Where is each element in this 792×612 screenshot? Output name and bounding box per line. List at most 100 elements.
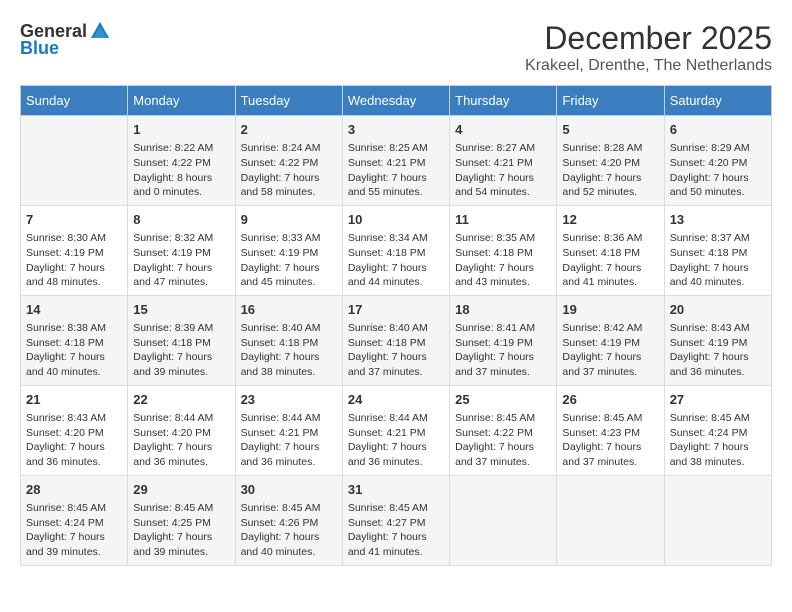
sunset-text: Sunset: 4:22 PM <box>455 426 551 441</box>
calendar-cell: 7Sunrise: 8:30 AMSunset: 4:19 PMDaylight… <box>21 205 128 295</box>
day-number: 19 <box>562 301 658 319</box>
calendar-cell: 16Sunrise: 8:40 AMSunset: 4:18 PMDayligh… <box>235 295 342 385</box>
sunset-text: Sunset: 4:21 PM <box>455 156 551 171</box>
sunrise-text: Sunrise: 8:29 AM <box>670 141 766 156</box>
daylight-text: Daylight: 7 hours and 41 minutes. <box>348 530 444 559</box>
day-number: 22 <box>133 391 229 409</box>
day-number: 28 <box>26 481 122 499</box>
sunrise-text: Sunrise: 8:41 AM <box>455 321 551 336</box>
calendar-week-row: 14Sunrise: 8:38 AMSunset: 4:18 PMDayligh… <box>21 295 772 385</box>
sunrise-text: Sunrise: 8:44 AM <box>133 411 229 426</box>
weekday-header-monday: Monday <box>128 86 235 116</box>
day-number: 5 <box>562 121 658 139</box>
calendar-cell: 12Sunrise: 8:36 AMSunset: 4:18 PMDayligh… <box>557 205 664 295</box>
calendar-week-row: 7Sunrise: 8:30 AMSunset: 4:19 PMDaylight… <box>21 205 772 295</box>
daylight-text: Daylight: 8 hours and 0 minutes. <box>133 171 229 200</box>
daylight-text: Daylight: 7 hours and 41 minutes. <box>562 261 658 290</box>
sunset-text: Sunset: 4:21 PM <box>241 426 337 441</box>
calendar-cell <box>21 116 128 206</box>
calendar-cell: 18Sunrise: 8:41 AMSunset: 4:19 PMDayligh… <box>450 295 557 385</box>
sunrise-text: Sunrise: 8:24 AM <box>241 141 337 156</box>
sunrise-text: Sunrise: 8:25 AM <box>348 141 444 156</box>
calendar-cell: 8Sunrise: 8:32 AMSunset: 4:19 PMDaylight… <box>128 205 235 295</box>
sunset-text: Sunset: 4:18 PM <box>241 336 337 351</box>
daylight-text: Daylight: 7 hours and 50 minutes. <box>670 171 766 200</box>
weekday-header-saturday: Saturday <box>664 86 771 116</box>
sunrise-text: Sunrise: 8:43 AM <box>26 411 122 426</box>
sunset-text: Sunset: 4:18 PM <box>562 246 658 261</box>
sunset-text: Sunset: 4:18 PM <box>26 336 122 351</box>
day-number: 1 <box>133 121 229 139</box>
sunset-text: Sunset: 4:26 PM <box>241 516 337 531</box>
calendar-cell: 28Sunrise: 8:45 AMSunset: 4:24 PMDayligh… <box>21 475 128 565</box>
calendar-cell: 25Sunrise: 8:45 AMSunset: 4:22 PMDayligh… <box>450 385 557 475</box>
day-number: 21 <box>26 391 122 409</box>
day-number: 3 <box>348 121 444 139</box>
sunrise-text: Sunrise: 8:43 AM <box>670 321 766 336</box>
sunset-text: Sunset: 4:20 PM <box>26 426 122 441</box>
calendar-cell <box>450 475 557 565</box>
calendar-cell: 1Sunrise: 8:22 AMSunset: 4:22 PMDaylight… <box>128 116 235 206</box>
day-number: 25 <box>455 391 551 409</box>
daylight-text: Daylight: 7 hours and 44 minutes. <box>348 261 444 290</box>
day-number: 11 <box>455 211 551 229</box>
sunset-text: Sunset: 4:21 PM <box>348 156 444 171</box>
calendar-cell <box>664 475 771 565</box>
sunrise-text: Sunrise: 8:44 AM <box>348 411 444 426</box>
calendar-cell: 22Sunrise: 8:44 AMSunset: 4:20 PMDayligh… <box>128 385 235 475</box>
daylight-text: Daylight: 7 hours and 43 minutes. <box>455 261 551 290</box>
sunrise-text: Sunrise: 8:45 AM <box>670 411 766 426</box>
sunrise-text: Sunrise: 8:45 AM <box>455 411 551 426</box>
sunrise-text: Sunrise: 8:32 AM <box>133 231 229 246</box>
logo-blue-text: Blue <box>20 38 59 59</box>
daylight-text: Daylight: 7 hours and 39 minutes. <box>133 530 229 559</box>
day-number: 2 <box>241 121 337 139</box>
daylight-text: Daylight: 7 hours and 37 minutes. <box>348 350 444 379</box>
calendar-cell: 9Sunrise: 8:33 AMSunset: 4:19 PMDaylight… <box>235 205 342 295</box>
sunset-text: Sunset: 4:18 PM <box>348 336 444 351</box>
sunset-text: Sunset: 4:20 PM <box>670 156 766 171</box>
daylight-text: Daylight: 7 hours and 58 minutes. <box>241 171 337 200</box>
sunrise-text: Sunrise: 8:30 AM <box>26 231 122 246</box>
day-number: 6 <box>670 121 766 139</box>
day-number: 30 <box>241 481 337 499</box>
daylight-text: Daylight: 7 hours and 36 minutes. <box>348 440 444 469</box>
calendar-cell: 11Sunrise: 8:35 AMSunset: 4:18 PMDayligh… <box>450 205 557 295</box>
calendar-cell: 10Sunrise: 8:34 AMSunset: 4:18 PMDayligh… <box>342 205 449 295</box>
calendar-cell: 27Sunrise: 8:45 AMSunset: 4:24 PMDayligh… <box>664 385 771 475</box>
day-number: 14 <box>26 301 122 319</box>
calendar-cell: 30Sunrise: 8:45 AMSunset: 4:26 PMDayligh… <box>235 475 342 565</box>
calendar-cell: 26Sunrise: 8:45 AMSunset: 4:23 PMDayligh… <box>557 385 664 475</box>
day-number: 27 <box>670 391 766 409</box>
month-title: December 2025 <box>525 20 772 57</box>
calendar-week-row: 21Sunrise: 8:43 AMSunset: 4:20 PMDayligh… <box>21 385 772 475</box>
sunrise-text: Sunrise: 8:34 AM <box>348 231 444 246</box>
sunset-text: Sunset: 4:19 PM <box>133 246 229 261</box>
daylight-text: Daylight: 7 hours and 37 minutes. <box>455 350 551 379</box>
weekday-header-thursday: Thursday <box>450 86 557 116</box>
sunset-text: Sunset: 4:24 PM <box>26 516 122 531</box>
sunrise-text: Sunrise: 8:45 AM <box>562 411 658 426</box>
daylight-text: Daylight: 7 hours and 36 minutes. <box>670 350 766 379</box>
calendar-cell: 2Sunrise: 8:24 AMSunset: 4:22 PMDaylight… <box>235 116 342 206</box>
sunset-text: Sunset: 4:25 PM <box>133 516 229 531</box>
sunrise-text: Sunrise: 8:33 AM <box>241 231 337 246</box>
daylight-text: Daylight: 7 hours and 37 minutes. <box>562 440 658 469</box>
location-title: Krakeel, Drenthe, The Netherlands <box>525 57 772 75</box>
weekday-header-sunday: Sunday <box>21 86 128 116</box>
calendar-cell: 14Sunrise: 8:38 AMSunset: 4:18 PMDayligh… <box>21 295 128 385</box>
calendar-cell: 23Sunrise: 8:44 AMSunset: 4:21 PMDayligh… <box>235 385 342 475</box>
day-number: 16 <box>241 301 337 319</box>
weekday-header-tuesday: Tuesday <box>235 86 342 116</box>
sunrise-text: Sunrise: 8:45 AM <box>348 501 444 516</box>
day-number: 26 <box>562 391 658 409</box>
weekday-header-row: SundayMondayTuesdayWednesdayThursdayFrid… <box>21 86 772 116</box>
sunset-text: Sunset: 4:20 PM <box>133 426 229 441</box>
sunrise-text: Sunrise: 8:45 AM <box>241 501 337 516</box>
calendar-cell: 31Sunrise: 8:45 AMSunset: 4:27 PMDayligh… <box>342 475 449 565</box>
calendar-cell: 21Sunrise: 8:43 AMSunset: 4:20 PMDayligh… <box>21 385 128 475</box>
sunset-text: Sunset: 4:18 PM <box>348 246 444 261</box>
sunrise-text: Sunrise: 8:36 AM <box>562 231 658 246</box>
day-number: 24 <box>348 391 444 409</box>
sunset-text: Sunset: 4:19 PM <box>562 336 658 351</box>
